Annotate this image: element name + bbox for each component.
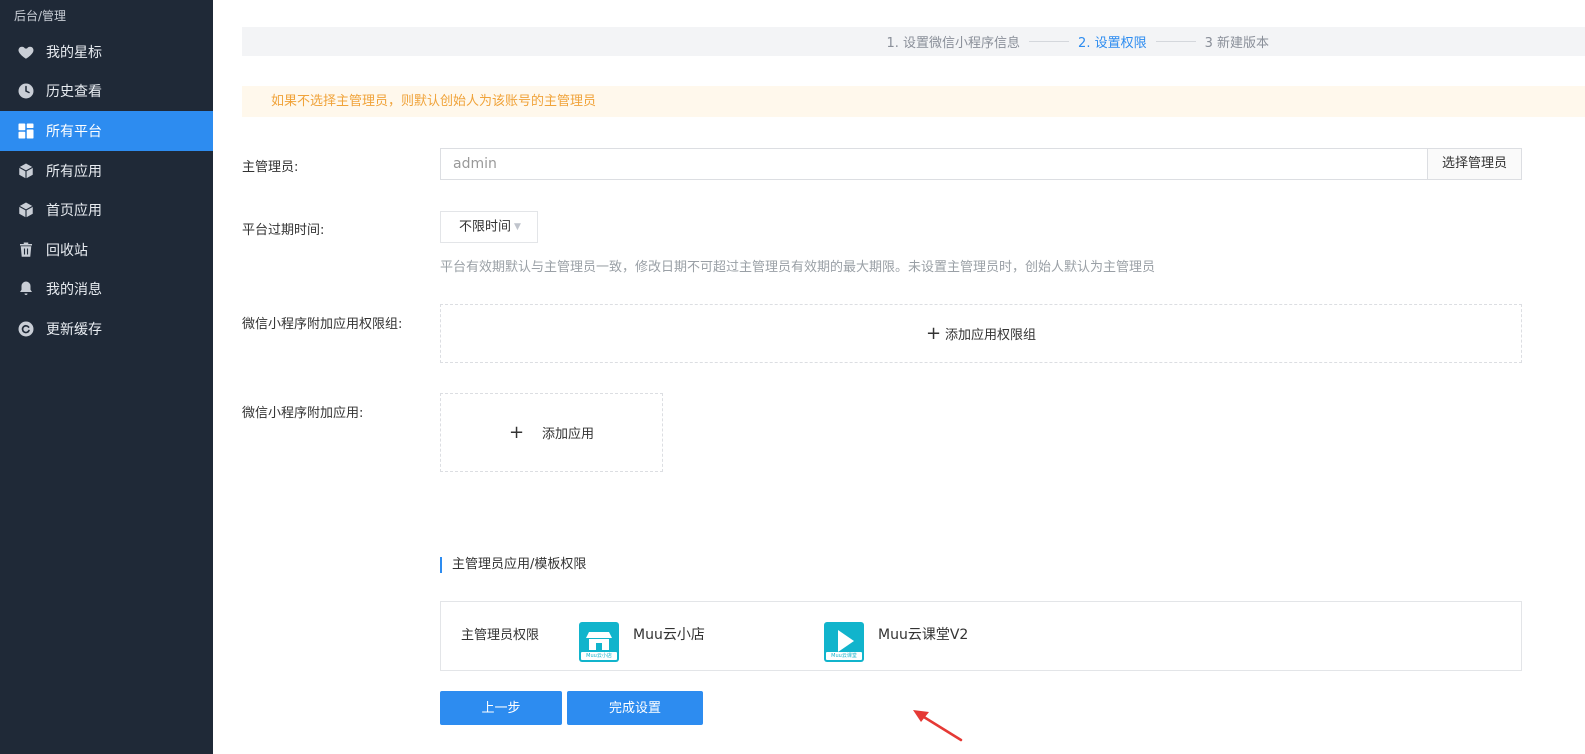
chevron-down-icon: ▼ xyxy=(514,222,521,232)
sidebar-item-label: 首页应用 xyxy=(46,203,102,220)
pointer-arrow-icon xyxy=(913,710,963,742)
admin-permissions-panel: 主管理员权限 Muu云小店 Muu云小店 Muu云课堂 Muu云课堂V2 xyxy=(440,601,1522,671)
select-admin-button[interactable]: 选择管理员 xyxy=(1427,148,1522,180)
main-content: 1. 设置微信小程序信息 2. 设置权限 3 新建版本 如果不选择主管理员，则默… xyxy=(213,0,1585,754)
expiry-value: 不限时间 xyxy=(459,219,512,235)
sidebar-item-all-platforms[interactable]: 所有平台 xyxy=(0,111,213,151)
app-badge: Muu云小店 xyxy=(581,652,617,660)
store-icon: Muu云小店 xyxy=(579,622,619,662)
admin-label: 主管理员: xyxy=(242,160,299,175)
heart-icon xyxy=(17,43,35,61)
sidebar-item-starred[interactable]: 我的星标 xyxy=(0,32,213,72)
step-divider xyxy=(1029,41,1070,42)
sidebar-item-label: 历史查看 xyxy=(46,84,102,101)
cube-icon xyxy=(17,162,35,180)
step-1: 1. 设置微信小程序信息 xyxy=(886,36,1021,51)
step-indicator: 1. 设置微信小程序信息 2. 设置权限 3 新建版本 xyxy=(242,27,1585,56)
sidebar-item-recycle-bin[interactable]: 回收站 xyxy=(0,230,213,270)
expiry-label: 平台过期时间: xyxy=(242,223,325,238)
perm-group-label: 微信小程序附加应用权限组: xyxy=(242,317,403,332)
admin-input[interactable] xyxy=(440,148,1428,180)
add-perm-group-button[interactable]: + 添加应用权限组 xyxy=(440,304,1522,363)
app-name: Muu云课堂V2 xyxy=(878,627,969,643)
bell-icon xyxy=(17,280,35,298)
app-badge: Muu云课堂 xyxy=(826,652,862,660)
sidebar-item-history[interactable]: 历史查看 xyxy=(0,72,213,112)
sidebar-item-home-apps[interactable]: 首页应用 xyxy=(0,190,213,230)
clock-icon xyxy=(17,82,35,100)
app-muu-store[interactable]: Muu云小店 Muu云小店 xyxy=(579,622,705,662)
sidebar-item-refresh-cache[interactable]: 更新缓存 xyxy=(0,309,213,349)
app-name: Muu云小店 xyxy=(633,627,705,643)
sidebar: 后台/管理 我的星标 历史查看 所有平台 所有应用 首页应用 回收站 我的消息 … xyxy=(0,0,213,754)
section-title: 主管理员应用/模板权限 xyxy=(440,557,586,573)
add-perm-group-label: 添加应用权限组 xyxy=(945,328,1037,343)
sidebar-item-label: 我的星标 xyxy=(46,44,102,61)
step-divider xyxy=(1155,41,1196,42)
app-muu-classroom[interactable]: Muu云课堂 Muu云课堂V2 xyxy=(824,622,968,662)
breadcrumb: 后台/管理 xyxy=(14,9,67,23)
sidebar-item-label: 所有应用 xyxy=(46,163,102,180)
step-2: 2. 设置权限 xyxy=(1078,36,1147,51)
expiry-select[interactable]: 不限时间 ▼ xyxy=(440,211,538,243)
trash-icon xyxy=(17,241,35,259)
extra-app-label: 微信小程序附加应用: xyxy=(242,406,364,421)
finish-button[interactable]: 完成设置 xyxy=(567,691,703,725)
add-app-button[interactable]: + 添加应用 xyxy=(440,393,663,472)
plus-icon: + xyxy=(508,421,525,443)
cube-icon xyxy=(17,201,35,219)
grid-icon xyxy=(17,122,35,140)
prev-button[interactable]: 上一步 xyxy=(440,691,562,725)
sidebar-item-label: 所有平台 xyxy=(46,123,102,140)
add-app-label: 添加应用 xyxy=(542,427,595,442)
sidebar-item-all-apps[interactable]: 所有应用 xyxy=(0,151,213,191)
notice-banner: 如果不选择主管理员，则默认创始人为该账号的主管理员 xyxy=(242,86,1585,117)
plus-icon: + xyxy=(925,322,942,344)
perm-row-label: 主管理员权限 xyxy=(461,628,540,643)
play-icon: Muu云课堂 xyxy=(824,622,864,662)
sidebar-item-label: 更新缓存 xyxy=(46,321,102,338)
expiry-hint: 平台有效期默认与主管理员一致，修改日期不可超过主管理员有效期的最大期限。未设置主… xyxy=(440,260,1156,275)
step-3: 3 新建版本 xyxy=(1204,36,1269,51)
sidebar-item-messages[interactable]: 我的消息 xyxy=(0,270,213,310)
refresh-icon xyxy=(17,320,35,338)
sidebar-item-label: 我的消息 xyxy=(46,282,102,299)
sidebar-item-label: 回收站 xyxy=(46,242,88,259)
